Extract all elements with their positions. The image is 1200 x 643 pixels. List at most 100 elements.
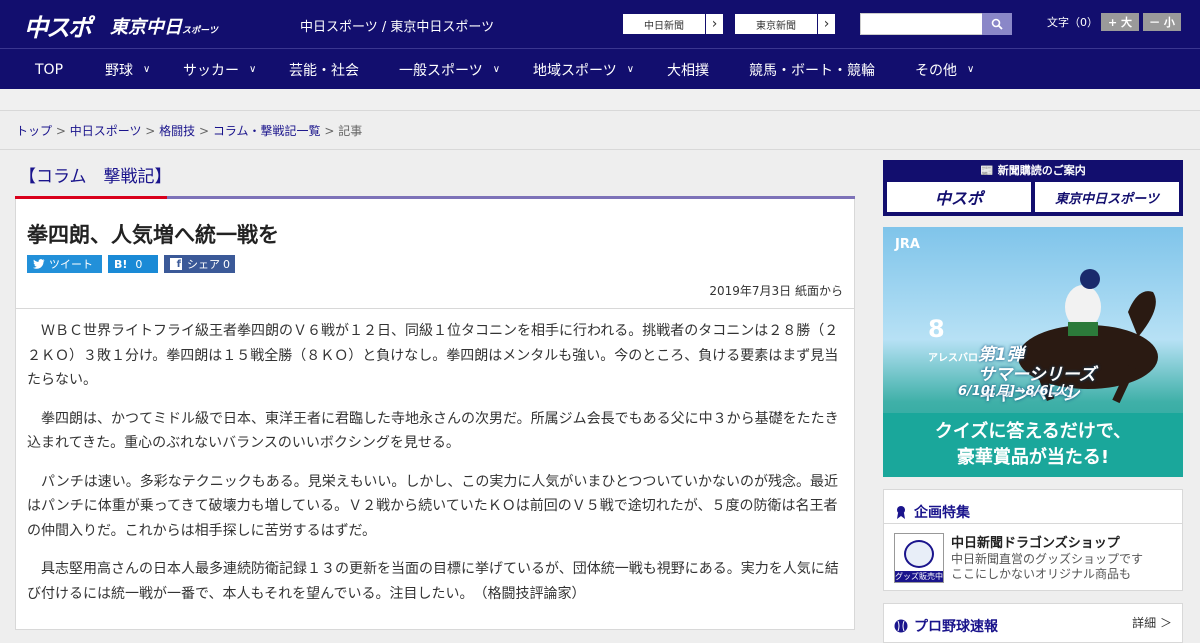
baseball-detail-link[interactable]: 詳細 ＞	[1132, 614, 1172, 631]
nav-item-local-sports[interactable]: 地域スポーツ ∨	[533, 49, 634, 90]
breadcrumb-sep: >	[52, 124, 70, 138]
dragons-shop-link[interactable]: 中日新聞ドラゴンズショップ	[951, 532, 1120, 551]
breadcrumb: トップ > 中日スポーツ > 格闘技 > コラム・撃戦記一覧 > 記事	[16, 122, 362, 139]
dragons-shop-description: 中日新聞直営のグッズショップです ここにしかないオリジナル商品も	[951, 552, 1143, 582]
nav-item-general-sports[interactable]: 一般スポーツ ∨	[399, 49, 500, 90]
hatena-b-icon: B!	[114, 257, 128, 271]
column-header: 【コラム 撃戦記】	[15, 160, 855, 200]
breadcrumb-divider	[0, 149, 1200, 150]
font-bigger-button[interactable]: + 大	[1101, 13, 1139, 31]
tokyo-shimbun-label: 東京新聞	[756, 20, 796, 32]
nav-item-sumo[interactable]: 大相撲	[667, 49, 709, 90]
tokyo-chunichi-logo[interactable]: 東京中日スポーツ	[110, 13, 218, 45]
chunichi-shimbun-label: 中日新聞	[644, 20, 684, 32]
column-title: 【コラム 撃戦記】	[19, 167, 172, 187]
newspaper-icon: 📰	[980, 164, 998, 177]
article-date: 2019年7月3日 紙面から	[709, 284, 843, 298]
tokyo-shimbun-button[interactable]: 東京新聞 ›	[734, 13, 836, 35]
site-links[interactable]: 中日スポーツ / 東京中日スポーツ	[300, 16, 494, 35]
nav-item-label: 競馬・ボート・競輪	[749, 62, 875, 79]
subscription-banner[interactable]: 📰 新聞購読のご案内 中スポ 東京中日スポーツ	[883, 160, 1183, 216]
article-headline: 拳四朗、人気増へ統一戦を	[27, 223, 279, 247]
search-button[interactable]	[982, 13, 1012, 35]
hatena-count: 0	[135, 257, 143, 271]
jra-logo: JRA	[895, 237, 920, 252]
article-paragraph: 具志堅用高さんの日本人最多連続防衛記録１３の更新を当面の目標に挙げているが、団体…	[27, 561, 839, 602]
breadcrumb-link-chuspo[interactable]: 中日スポーツ	[70, 124, 142, 138]
horse-number: 8	[928, 315, 945, 343]
mascot-face-icon	[904, 540, 934, 568]
search-icon	[991, 18, 1003, 30]
feature-box-title: 企画特集	[894, 502, 970, 522]
nav-item-label: 地域スポーツ	[533, 62, 617, 79]
baseball-score-box: プロ野球速報 詳細 ＞	[883, 603, 1183, 643]
baseball-box-title-text: プロ野球速報	[914, 619, 998, 635]
ad-campaign-period: 6/10[月]→8/6[火]	[958, 384, 1074, 399]
breadcrumb-link-combat[interactable]: 格闘技	[159, 124, 195, 138]
article-paragraph: パンチは速い。多彩なテクニックもある。見栄えもいい。しかし、この実力に人気がいま…	[27, 473, 839, 539]
chunichi-shimbun-button[interactable]: 中日新聞 ›	[622, 13, 724, 35]
feature-box: 企画特集 グッズ販売中 中日新聞ドラゴンズショップ 中日新聞直営のグッズショップ…	[883, 489, 1183, 591]
tokyo-chunichi-logo-small: スポーツ	[182, 26, 218, 36]
jra-ad-banner[interactable]: JRA 8 アレスバロー 第1弾 サマーシリーズ キャンペーン 6/10[月]→8/…	[883, 227, 1183, 477]
nav-item-entertainment[interactable]: 芸能・社会	[289, 49, 359, 90]
shop-desc-line2: ここにしかないオリジナル商品も	[951, 567, 1132, 581]
article-card: 拳四朗、人気増へ統一戦を ツイート B! 0 f シェア 0 2019年7月3日…	[15, 199, 855, 630]
ad-quiz-line1: クイズに答えるだけで、	[934, 421, 1132, 442]
facebook-share-count: 0	[223, 257, 230, 271]
breadcrumb-sep: >	[320, 124, 339, 138]
subscribe-chuspo-button[interactable]: 中スポ	[887, 182, 1031, 212]
nav-item-label: その他	[915, 62, 957, 79]
subscribe-tokyo-chunichi-button[interactable]: 東京中日スポーツ	[1035, 182, 1179, 212]
spacer-band	[0, 89, 1200, 111]
baseball-box-title: プロ野球速報	[894, 616, 998, 636]
facebook-share-button[interactable]: f シェア 0	[164, 255, 235, 273]
ribbon-icon	[897, 506, 905, 519]
breadcrumb-sep: >	[141, 124, 160, 138]
font-smaller-button[interactable]: － 小	[1143, 13, 1181, 31]
chuspo-logo[interactable]: 中スポ	[24, 8, 92, 42]
ad-quiz-text: クイズに答えるだけで、 豪華賞品が当たる!	[883, 419, 1183, 471]
twitter-bird-icon	[33, 259, 45, 269]
nav-item-baseball[interactable]: 野球 ∨	[105, 49, 150, 90]
goods-sale-label: グッズ販売中	[895, 571, 943, 582]
nav-item-label: 一般スポーツ	[399, 62, 483, 79]
breadcrumb-link-column-list[interactable]: コラム・撃戦記一覧	[213, 124, 321, 138]
breadcrumb-sep: >	[195, 124, 213, 138]
facebook-icon: f	[170, 258, 182, 270]
breadcrumb-link-top[interactable]: トップ	[16, 124, 52, 138]
chevron-down-icon: ∨	[492, 64, 501, 75]
tokyo-chunichi-logo-text: 東京中日	[110, 17, 182, 38]
nav-item-top[interactable]: TOP	[35, 49, 63, 90]
main-nav: TOP 野球 ∨ サッカー ∨ 芸能・社会 一般スポーツ ∨ 地域スポーツ ∨ 大相撲 …	[0, 48, 1200, 89]
feature-box-divider	[884, 523, 1182, 524]
ad-quiz-line2: 豪華賞品が当たる!	[956, 447, 1110, 468]
breadcrumb-current: 記事	[338, 124, 363, 138]
chevron-down-icon: ∨	[249, 64, 257, 75]
nav-item-label: 芸能・社会	[289, 62, 359, 79]
article-body: ＷＢＣ世界ライトフライ級王者拳四朗のＶ６戦が１２日、同級１位タコニンを相手に行わ…	[27, 319, 845, 620]
article-paragraph: ＷＢＣ世界ライトフライ級王者拳四朗のＶ６戦が１２日、同級１位タコニンを相手に行わ…	[27, 323, 839, 388]
subscription-title: 📰 新聞購読のご案内	[883, 162, 1183, 178]
main-column: 【コラム 撃戦記】 拳四朗、人気増へ統一戦を ツイート B! 0 f シェア 0…	[15, 160, 855, 630]
top-bar: 中スポ 東京中日スポーツ 中日スポーツ / 東京中日スポーツ 中日新聞 › 東京…	[0, 0, 1200, 48]
nav-item-label: サッカー	[183, 62, 239, 79]
dragons-shop-thumbnail[interactable]: グッズ販売中	[894, 533, 944, 583]
article-paragraph: 拳四朗は、かつてミドル級で日本、東洋王者に君臨した寺地永さんの次男だ。所属ジム会…	[27, 410, 839, 452]
nav-item-soccer[interactable]: サッカー ∨	[183, 49, 256, 90]
tweet-button[interactable]: ツイート	[27, 255, 102, 273]
tweet-label: ツイート	[49, 258, 93, 271]
nav-item-label: TOP	[35, 61, 64, 78]
baseball-icon	[894, 619, 908, 633]
nav-item-label: 野球	[105, 62, 133, 79]
chevron-down-icon: ∨	[967, 64, 975, 75]
nav-item-racing[interactable]: 競馬・ボート・競輪	[749, 49, 875, 90]
chevron-right-icon: ›	[705, 14, 723, 34]
hatena-bookmark-button[interactable]: B! 0	[108, 255, 158, 273]
nav-item-others[interactable]: その他 ∨	[915, 49, 974, 90]
chevron-right-icon: ›	[817, 14, 835, 34]
article-divider	[16, 308, 854, 309]
subscription-title-text: 新聞購読のご案内	[997, 164, 1086, 177]
feature-box-title-text: 企画特集	[914, 505, 970, 521]
nav-item-label: 大相撲	[667, 62, 709, 79]
